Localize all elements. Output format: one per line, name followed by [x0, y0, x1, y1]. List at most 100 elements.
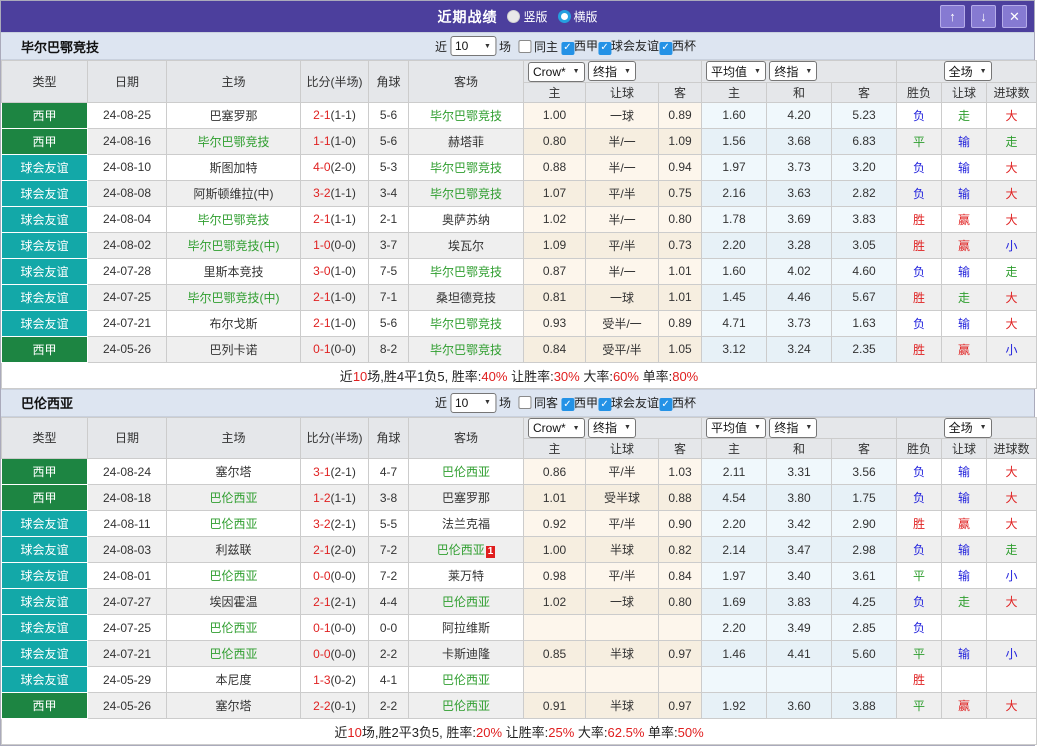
move-down-button[interactable]: ↓: [971, 5, 996, 28]
summary-stat-value: 62.5%: [607, 725, 645, 740]
match-row: 西甲 24-05-26 巴列卡诺 0-1(0-0) 8-2 毕尔巴鄂竞技 0.84 受平/半 1…: [1, 335, 1037, 363]
col-corner: 角球: [368, 416, 409, 459]
league-checkbox[interactable]: ✓: [659, 398, 673, 412]
halftime-score: (1-1): [330, 108, 356, 122]
odds-away: 0.75: [657, 179, 703, 207]
home-team-cell: 巴列卡诺: [166, 335, 301, 363]
radio-horizontal-layout[interactable]: 横版: [557, 8, 598, 25]
radio-icon[interactable]: [507, 10, 521, 23]
league-checkbox[interactable]: ✓: [659, 41, 673, 55]
same-venue-label: 同客: [533, 396, 558, 410]
avg-home: 1.45: [701, 283, 768, 311]
league-checkbox[interactable]: ✓: [598, 398, 612, 412]
odds-handicap: 一球: [585, 101, 659, 129]
match-date: 24-08-24: [87, 458, 167, 485]
col-type: 类型: [1, 416, 88, 459]
league-badge: 西甲: [1, 484, 88, 511]
match-row: 球会友谊 24-05-29 本尼度 1-3(0-2) 4-1 巴伦西亚胜: [1, 666, 1037, 693]
fulltime-select[interactable]: 全场 ▼: [943, 61, 992, 82]
fulltime-score: 0-1: [313, 620, 331, 635]
result-handicap: 输: [941, 562, 988, 589]
avg-draw: 3.42: [766, 510, 833, 537]
window-buttons: ↑ ↓ ✕: [940, 5, 1027, 28]
caret-down-icon: ▼: [484, 399, 491, 406]
col-result-outcome: 胜负: [896, 438, 943, 459]
corner-score: 2-2: [368, 640, 409, 667]
caret-down-icon: ▼: [572, 424, 580, 432]
avg-draw: 3.68: [766, 127, 833, 155]
same-venue-checkbox[interactable]: [517, 396, 531, 409]
avg-select[interactable]: 平均值 ▼: [706, 417, 766, 438]
avg-draw: 3.73: [766, 309, 833, 337]
corner-score: 5-6: [368, 127, 409, 155]
odds-company-select[interactable]: Crow* ▼: [528, 418, 585, 438]
home-team-name: 巴列卡诺: [209, 342, 258, 357]
match-score: 1-3(0-2): [300, 666, 369, 693]
result-handicap: 赢: [941, 231, 988, 259]
match-date: 24-08-18: [87, 484, 167, 511]
avg-draw: 3.63: [766, 179, 833, 207]
corner-score: 7-2: [368, 536, 409, 563]
corner-score: 2-2: [368, 692, 409, 719]
corner-score: 3-8: [368, 484, 409, 511]
match-score: 0-1(0-0): [300, 335, 369, 363]
avg-home: 2.20: [701, 231, 768, 259]
caret-down-icon: ▼: [754, 67, 761, 75]
result-handicap: 走: [941, 101, 988, 129]
odds-company-select[interactable]: Crow* ▼: [528, 61, 585, 82]
home-team-name: 毕尔巴鄂竞技: [197, 212, 270, 227]
halftime-score: (1-0): [330, 316, 356, 330]
odds-away: 1.03: [657, 458, 703, 485]
league-checkbox[interactable]: ✓: [561, 41, 574, 55]
caret-down-icon: ▼: [979, 424, 987, 432]
close-button[interactable]: ✕: [1002, 5, 1027, 28]
col-away: 客场: [408, 60, 524, 103]
odds-home: 0.92: [523, 510, 586, 537]
result-outcome: 平: [896, 127, 943, 155]
avg-away: 4.60: [831, 257, 898, 285]
result-goals: 大: [986, 692, 1037, 719]
league-checkbox[interactable]: ✓: [561, 398, 574, 412]
avg-time-select[interactable]: 终指 ▼: [769, 417, 818, 438]
avg-home: 1.97: [701, 562, 768, 589]
home-team-name: 里斯本竞技: [203, 264, 264, 279]
match-date: 24-07-27: [87, 588, 167, 615]
odds-handicap: 半/一: [585, 153, 659, 181]
fulltime-score: 0-1: [313, 342, 331, 356]
match-count-select[interactable]: 10 ▼: [449, 36, 496, 56]
result-outcome: 平: [896, 640, 943, 667]
radio-icon[interactable]: [557, 10, 571, 23]
summary-stat-label: 让胜率:: [502, 725, 549, 740]
fulltime-score: 3-2: [313, 186, 331, 200]
odds-time-select[interactable]: 终指 ▼: [587, 417, 636, 438]
league-badge: 球会友谊: [1, 666, 88, 693]
match-date: 24-05-26: [87, 335, 167, 363]
match-count-select[interactable]: 10 ▼: [449, 392, 496, 413]
col-odds-handicap: 让球: [585, 438, 659, 459]
home-team-name: 布尔戈斯: [209, 316, 258, 331]
avg-home: [701, 666, 768, 693]
fulltime-select[interactable]: 全场 ▼: [943, 417, 992, 438]
home-team-cell: 布尔戈斯: [166, 309, 301, 337]
match-score: 1-0(0-0): [300, 231, 369, 259]
avg-away: 1.63: [831, 309, 898, 337]
table-body: 西甲 24-08-24 塞尔塔 3-1(2-1) 4-7 巴伦西亚 0.86 平/半 1.03 2…: [0, 458, 1037, 745]
odds-group-header: Crow* ▼ 终指 ▼: [522, 416, 703, 439]
home-team-name: 毕尔巴鄂竞技(中): [187, 290, 280, 305]
fulltime-score: 2-1: [313, 290, 331, 304]
avg-select[interactable]: 平均值 ▼: [706, 61, 766, 82]
league-checkbox[interactable]: ✓: [598, 41, 612, 55]
match-date: 24-08-08: [87, 179, 167, 207]
same-venue-checkbox[interactable]: [517, 39, 531, 53]
away-team-cell: 巴塞罗那: [408, 484, 524, 511]
avg-draw: [766, 666, 833, 693]
radio-vertical-layout[interactable]: 竖版: [507, 8, 548, 25]
move-up-button[interactable]: ↑: [940, 5, 965, 28]
match-date: 24-07-25: [87, 283, 167, 311]
home-team-name: 埃因霍温: [209, 595, 258, 609]
odds-home: 1.09: [523, 231, 586, 259]
avg-time-select[interactable]: 终指 ▼: [769, 61, 818, 82]
odds-time-select[interactable]: 终指 ▼: [587, 61, 636, 81]
result-handicap: 赢: [941, 205, 988, 233]
caret-down-icon: ▼: [623, 67, 631, 75]
